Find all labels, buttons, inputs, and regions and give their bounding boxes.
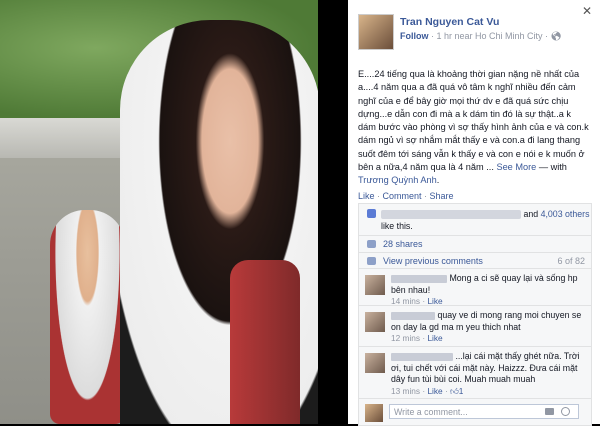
redacted-commenter-name[interactable] (391, 352, 453, 361)
period-text: . (436, 175, 440, 186)
post-text: E....24 tiếng qua là khoảng thời gian nặ… (358, 68, 590, 188)
tagged-person-link[interactable]: Trương Quỳnh Anh (358, 175, 437, 185)
likes-and: and (523, 209, 541, 219)
globe-icon: 🌎︎ (550, 31, 562, 41)
post-actions: Like · Comment · Share (358, 191, 454, 201)
share-link[interactable]: Share (430, 191, 454, 201)
comment-meta: 12 mins · Like (391, 333, 443, 343)
comment-meta: 13 mins · Like · 👍︎1 (391, 385, 464, 396)
like-thumb-icon (367, 209, 376, 218)
post-meta: Follow · 1 hr near Ho Chi Minh City · 🌎︎ (400, 31, 562, 42)
commenter-avatar[interactable] (365, 275, 385, 295)
commenter-avatar[interactable] (365, 353, 385, 373)
write-comment-input[interactable]: Write a comment... (389, 404, 579, 419)
follow-button[interactable]: Follow (400, 31, 429, 41)
view-previous-row: View previous comments 6 of 82 (359, 252, 591, 268)
author-avatar[interactable] (358, 14, 394, 50)
redacted-names (381, 210, 521, 220)
comment-like-count-icon[interactable]: 👍︎ (450, 386, 459, 396)
comment-time: 13 mins (391, 385, 421, 396)
post-timestamp-location: · 1 hr near Ho Chi Minh City · (428, 31, 551, 41)
with-prefix: — with (536, 162, 567, 173)
likes-count-link[interactable]: 4,003 others (541, 209, 590, 219)
redacted-commenter-name[interactable] (391, 311, 435, 320)
comment-time: 12 mins (391, 333, 421, 343)
post-header: Tran Nguyen Cat Vu Follow · 1 hr near Ho… (358, 14, 588, 54)
write-comment-placeholder: Write a comment... (394, 407, 468, 417)
comment-item: Mong a ci sẽ quay lại và sống hp bên nha… (359, 268, 591, 308)
post-photo[interactable] (0, 0, 318, 424)
comment-count: 6 of 82 (557, 256, 585, 266)
feedback-box: and 4,003 others like this. 28 shares Vi… (358, 203, 592, 426)
likes-summary: and 4,003 others like this. (381, 208, 600, 232)
photo-viewer (0, 0, 348, 424)
redacted-commenter-name[interactable] (391, 274, 447, 283)
commenter-avatar[interactable] (365, 312, 385, 332)
write-comment-row: Write a comment... (359, 398, 591, 426)
view-previous-comments-link[interactable]: View previous comments (383, 256, 483, 266)
comment-item: quay ve di mong rang moi chuyen se on da… (359, 305, 591, 346)
action-separator: · (421, 191, 430, 201)
comment-body: Mong a ci sẽ quay lại và sống hp bên nha… (391, 273, 585, 308)
comment-like-link[interactable]: Like (427, 333, 442, 343)
see-more-link[interactable]: See More (494, 162, 536, 172)
camera-icon[interactable] (545, 408, 554, 415)
shares-row: 28 shares (359, 235, 591, 252)
comment-body: ...lại cái mặt thấy ghét nữa. Trời ơi, t… (391, 351, 585, 397)
post-body: E....24 tiếng qua là khoảng thời gian nặ… (358, 69, 589, 173)
shares-link[interactable]: 28 shares (383, 239, 423, 249)
comment-item: ...lại cái mặt thấy ghét nữa. Trời ơi, t… (359, 346, 591, 398)
author-name[interactable]: Tran Nguyen Cat Vu (400, 16, 499, 28)
emoji-icon[interactable] (561, 407, 570, 416)
comment-bubble-icon (367, 257, 376, 265)
photo-backpack (230, 260, 300, 424)
like-link[interactable]: Like (358, 191, 375, 201)
likes-suffix: like this. (381, 221, 413, 231)
post-side-panel: ✕ Tran Nguyen Cat Vu Follow · 1 hr near … (348, 0, 600, 426)
comment-body: quay ve di mong rang moi chuyen se on da… (391, 310, 585, 345)
comment-like-link[interactable]: Like (427, 386, 442, 396)
comment-like-count[interactable]: 1 (459, 386, 464, 396)
comment-link[interactable]: Comment (383, 191, 422, 201)
share-icon (367, 240, 376, 248)
action-separator: · (374, 191, 383, 201)
photo-child-figure (50, 210, 125, 424)
current-user-avatar (365, 404, 383, 422)
